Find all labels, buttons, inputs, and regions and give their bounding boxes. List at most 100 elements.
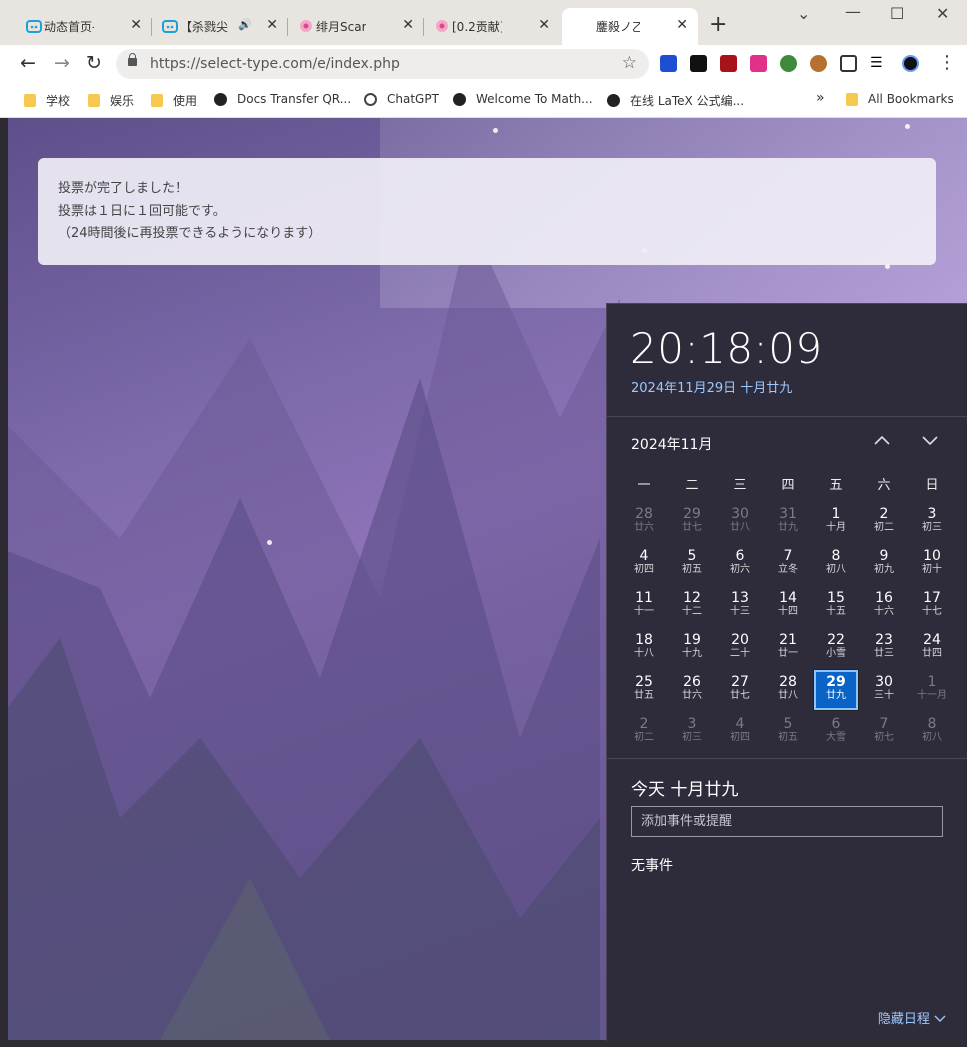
weekday-header: 二 (685, 478, 699, 493)
calendar-day[interactable]: 4 初四 (622, 544, 666, 584)
calendar-day[interactable]: 15 十五 (814, 586, 858, 626)
month-title[interactable]: 2024年11月 (631, 434, 712, 454)
close-tab-icon[interactable]: ✕ (676, 17, 688, 33)
maximize-button[interactable]: ☐ (890, 4, 904, 23)
day-number: 3 (927, 506, 937, 522)
calendar-day[interactable]: 2 初二 (862, 502, 906, 542)
tab-active[interactable]: 鏖殺ノ乙女 ✕ (562, 8, 698, 45)
forward-button[interactable]: → (54, 53, 70, 73)
calendar-day[interactable]: 16 十六 (862, 586, 906, 626)
message-line: 投票は１日に１回可能です。 (58, 203, 226, 219)
bookmark-latex[interactable]: 在线 LaTeX 公式编... (607, 92, 744, 109)
back-button[interactable]: ← (20, 53, 36, 73)
cookie-icon[interactable] (810, 55, 827, 72)
calendar-day[interactable]: 31 廿九 (766, 502, 810, 542)
all-bookmarks-button[interactable]: All Bookmarks (846, 92, 954, 106)
lock-icon[interactable] (128, 53, 137, 66)
ublock-icon[interactable] (720, 55, 737, 72)
calendar-day[interactable]: 4 初四 (718, 712, 762, 752)
calendar-day[interactable]: 13 十三 (718, 586, 762, 626)
media-control-icon[interactable]: ☰ (870, 55, 887, 72)
calendar-day[interactable]: 7 立冬 (766, 544, 810, 584)
calendar-day[interactable]: 5 初五 (766, 712, 810, 752)
calendar-day[interactable]: 21 廿一 (766, 628, 810, 668)
bookmark-chatgpt[interactable]: ChatGPT (364, 92, 439, 106)
calendar-day[interactable]: 3 初三 (670, 712, 714, 752)
tab-search-icon[interactable]: ⌄ (797, 4, 810, 23)
close-tab-icon[interactable]: ✕ (538, 17, 550, 33)
bookmark-docs-transfer[interactable]: Docs Transfer QR... (214, 92, 351, 106)
calendar-day[interactable]: 11 十一 (622, 586, 666, 626)
calendar-day[interactable]: 27 廿七 (718, 670, 762, 710)
close-tab-icon[interactable]: ✕ (402, 17, 414, 33)
calendar-day[interactable]: 23 廿三 (862, 628, 906, 668)
bookmarks-bar: 学校 娱乐 使用 Docs Transfer QR... ChatGPT Wel… (0, 83, 967, 118)
close-tab-icon[interactable]: ✕ (266, 17, 278, 33)
calendar-day[interactable]: 24 廿四 (910, 628, 954, 668)
calendar-day-today[interactable]: 29 廿九 (813, 669, 859, 711)
extensions-puzzle-icon[interactable] (840, 55, 857, 72)
add-event-input[interactable] (631, 806, 943, 837)
calendar-day[interactable]: 25 廿五 (622, 670, 666, 710)
calendar-day[interactable]: 28 廿六 (622, 502, 666, 542)
tab-bilibili-video[interactable]: 【杀戮尖 🔊 ✕ (152, 8, 288, 45)
calendar-day[interactable]: 19 十九 (670, 628, 714, 668)
prev-month-button[interactable] (873, 432, 891, 450)
calendar-day[interactable]: 30 三十 (862, 670, 906, 710)
calendar-day[interactable]: 6 大雪 (814, 712, 858, 752)
day-number: 10 (923, 548, 941, 564)
bookmark-folder[interactable]: 使用 (151, 92, 197, 109)
day-number: 5 (783, 716, 793, 732)
sparkle (267, 540, 272, 545)
calendar-day[interactable]: 7 初七 (862, 712, 906, 752)
calendar-day[interactable]: 1 十月 (814, 502, 858, 542)
extension-icon[interactable] (780, 55, 797, 72)
calendar-day[interactable]: 5 初五 (670, 544, 714, 584)
bookmark-star-icon[interactable]: ☆ (622, 53, 637, 73)
profile-avatar[interactable] (902, 55, 919, 72)
extension-icon[interactable] (660, 55, 677, 72)
reload-button[interactable]: ↻ (86, 53, 102, 73)
menu-kebab-icon[interactable]: ⋮ (938, 53, 956, 73)
weekday-header: 一 (637, 478, 651, 493)
tab-contribution[interactable]: [0.2贡献]「新 ✕ (424, 8, 560, 45)
calendar-day[interactable]: 30 廿八 (718, 502, 762, 542)
calendar-day[interactable]: 18 十八 (622, 628, 666, 668)
bookmark-folder[interactable]: 学校 (24, 92, 70, 109)
url-text[interactable]: https://select-type.com/e/index.php (150, 56, 400, 72)
bookmark-math[interactable]: Welcome To Math... (453, 92, 593, 106)
calendar-day[interactable]: 29 廿七 (670, 502, 714, 542)
speaker-icon[interactable]: 🔊 (238, 18, 252, 31)
calendar-day[interactable]: 8 初八 (814, 544, 858, 584)
next-month-button[interactable] (921, 432, 939, 450)
close-tab-icon[interactable]: ✕ (130, 17, 142, 33)
calendar-day[interactable]: 12 十二 (670, 586, 714, 626)
bookmark-folder[interactable]: 娱乐 (88, 92, 134, 109)
calendar-day[interactable]: 28 廿八 (766, 670, 810, 710)
divider (607, 758, 967, 759)
calendar-day[interactable]: 17 十七 (910, 586, 954, 626)
extension-icon[interactable] (690, 55, 707, 72)
calendar-day[interactable]: 14 十四 (766, 586, 810, 626)
calendar-day[interactable]: 20 二十 (718, 628, 762, 668)
tab-bilibili-dynamic[interactable]: 动态首页-哔 ✕ (16, 8, 152, 45)
bookmarks-overflow-button[interactable]: » (816, 90, 825, 106)
calendar-day[interactable]: 9 初九 (862, 544, 906, 584)
calendar-day[interactable]: 22 小雪 (814, 628, 858, 668)
calendar-day[interactable]: 8 初八 (910, 712, 954, 752)
minimize-button[interactable]: — (845, 2, 861, 21)
calendar-day[interactable]: 10 初十 (910, 544, 954, 584)
day-number: 20 (731, 632, 749, 648)
calendar-day[interactable]: 6 初六 (718, 544, 762, 584)
calendar-day[interactable]: 26 廿六 (670, 670, 714, 710)
omnibox[interactable]: https://select-type.com/e/index.php ☆ (116, 49, 649, 79)
calendar-day[interactable]: 1 十一月 (910, 670, 954, 710)
tab-scarlet[interactable]: 绯月Scarlet ✕ (288, 8, 424, 45)
calendar-day[interactable]: 3 初三 (910, 502, 954, 542)
calendar-day[interactable]: 2 初二 (622, 712, 666, 752)
extension-icon[interactable] (750, 55, 767, 72)
new-tab-button[interactable]: + (709, 12, 727, 37)
close-window-button[interactable]: ✕ (936, 4, 949, 23)
hide-schedule-button[interactable]: 隐藏日程 (878, 1008, 946, 1027)
full-date-link[interactable]: 2024年11月29日 十月廿九 (631, 377, 792, 396)
